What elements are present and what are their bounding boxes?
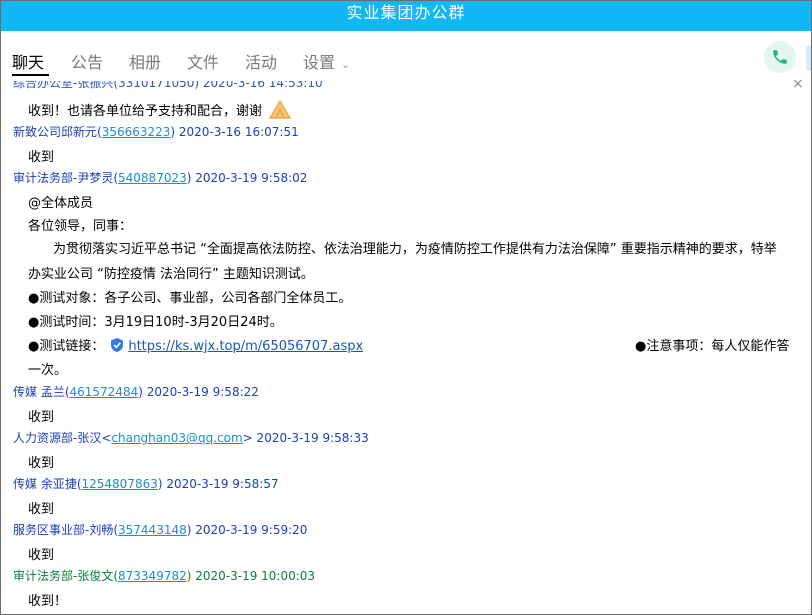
message-text: ●测试链接： https://ks.wjx.top/m/65056707.aspx <box>28 335 363 354</box>
sender-name: 审计法务部-张俊文( <box>13 569 119 583</box>
tab-album[interactable]: 相册 <box>129 49 161 73</box>
message-timestamp: > 2020-3-19 9:58:33 <box>242 431 369 445</box>
message-sender: 传媒 孟兰(461572484) 2020-3-19 9:58:22 <box>13 383 259 400</box>
shield-check-icon <box>111 338 124 352</box>
message-timestamp: ) 2020-3-19 10:00:03 <box>186 569 316 583</box>
message-timestamp: ) 2020-3-19 9:58:57 <box>157 477 279 491</box>
message-text-content: ●测试链接： <box>28 339 105 354</box>
sender-id-link[interactable]: 1254807863 <box>82 477 158 491</box>
message-text: ●测试时间：3月19日10时-3月20日24时。 <box>28 315 283 330</box>
tab-announcement[interactable]: 公告 <box>71 49 103 73</box>
message-text: @全体成员 <box>28 196 94 211</box>
message-text: 为贯彻落实习近平总书记 “全面提高依法防控、依法治理能力，为疫情防控工作提供有力… <box>53 242 777 257</box>
message-sender: 审计法务部-尹梦灵(540887023) 2020-3-19 9:58:02 <box>13 169 307 186</box>
quiz-link[interactable]: https://ks.wjx.top/m/65056707.aspx <box>128 339 363 354</box>
tab-activity[interactable]: 活动 <box>245 49 277 73</box>
message-timestamp: ) 2020-3-19 9:59:20 <box>186 523 308 537</box>
message-text: ●测试对象：各子公司、事业部，公司各部门全体员工。 <box>28 291 352 306</box>
message-sender: 服务区事业部-刘畅(357443148) 2020-3-19 9:59:20 <box>13 521 307 538</box>
message-text: 收到！ <box>28 594 68 609</box>
active-tab-indicator <box>12 74 49 76</box>
sender-name: 审计法务部-尹梦灵( <box>13 171 119 185</box>
message-text: 收到 <box>28 502 55 517</box>
message-text: 各位领导，同事： <box>28 219 133 234</box>
sender-id-link[interactable]: 461572484 <box>70 385 139 399</box>
message-sender: 人力资源部-张汉<changhan03@qq.com> 2020-3-19 9:… <box>13 429 369 446</box>
message-timestamp: ) 2020-3-19 9:58:02 <box>186 171 308 185</box>
phone-icon <box>773 50 787 64</box>
tab-settings[interactable]: 设置 ⌄ <box>303 49 350 73</box>
chevron-down-icon: ⌄ <box>341 58 351 71</box>
sender-id-link[interactable]: 873349782 <box>118 569 187 583</box>
message-text: 办实业公司 “防控疫情 法治同行” 主题知识测试。 <box>28 267 314 282</box>
thumbs-up-emoji-icon <box>269 99 292 119</box>
message-sender: 传媒 余亚捷(1254807863) 2020-3-19 9:58:57 <box>13 475 279 492</box>
message-text-content: 收到！也请各单位给予支持和配合，谢谢 <box>28 104 263 119</box>
side-panel-handle[interactable] <box>806 45 811 71</box>
message-text: 收到 <box>28 456 55 471</box>
sender-name: 服务区事业部-刘畅( <box>13 523 119 537</box>
sender-name: 新致公司邱新元( <box>13 125 102 139</box>
sender-id-link[interactable]: 356663223 <box>102 125 171 139</box>
sender-name: 传媒 孟兰( <box>13 385 70 399</box>
window-title: 实业集团办公群 <box>1 1 811 31</box>
tab-files[interactable]: 文件 <box>187 49 219 73</box>
sender-id-link[interactable]: 540887023 <box>118 171 187 185</box>
sender-email-link[interactable]: changhan03@qq.com <box>111 431 242 445</box>
tab-bar: 聊天 公告 相册 文件 活动 设置 ⌄ <box>1 31 811 81</box>
message-text: 收到 <box>28 548 55 563</box>
message-timestamp: ) 2020-3-16 16:07:51 <box>170 125 299 139</box>
tab-settings-label: 设置 <box>303 53 336 72</box>
message-text: 收到 <box>28 410 55 425</box>
message-text: ●注意事项：每人仅能作答 <box>635 339 790 354</box>
call-button[interactable] <box>764 41 796 73</box>
message-sender-partial: 综合办公室-张振兴(3310171050) 2020-3-16 14:53:10 <box>13 81 323 90</box>
message-sender: 新致公司邱新元(356663223) 2020-3-16 16:07:51 <box>13 123 299 140</box>
message-timestamp: ) 2020-3-19 9:58:22 <box>138 385 259 399</box>
message-list: 综合办公室-张振兴(3310171050) 2020-3-16 14:53:10… <box>1 81 811 614</box>
tab-chat[interactable]: 聊天 <box>12 49 44 73</box>
message-sender: 审计法务部-张俊文(873349782) 2020-3-19 10:00:03 <box>13 567 315 584</box>
message-text: 收到！也请各单位给予支持和配合，谢谢 <box>28 98 292 120</box>
sender-id-link[interactable]: 357443148 <box>118 523 187 537</box>
chat-window: 实业集团办公群 聊天 公告 相册 文件 活动 设置 ⌄ × 综合办公室-张振兴(3… <box>0 0 812 615</box>
message-text: 一次。 <box>28 363 68 378</box>
message-text: 收到 <box>28 150 55 165</box>
sender-name: 传媒 余亚捷( <box>13 477 82 491</box>
sender-name: 人力资源部-张汉< <box>13 431 112 445</box>
